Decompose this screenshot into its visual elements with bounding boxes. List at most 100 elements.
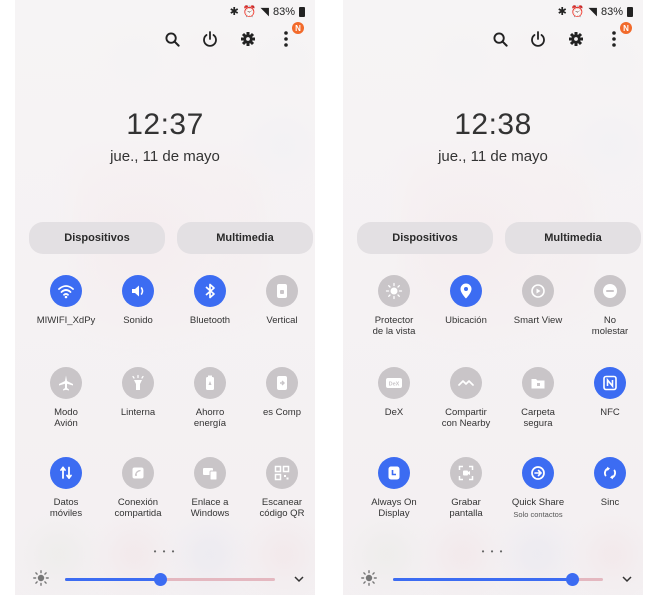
brightness-sun-icon [33,570,49,591]
quick-tile-label: Ubicación [445,315,487,326]
settings-gear-icon[interactable] [565,28,587,50]
battery-percentage: 83% [272,5,295,18]
chevron-down-icon[interactable] [293,572,305,590]
more-options-icon[interactable]: N [603,22,632,50]
link-windows-icon [194,457,226,489]
quick-tile-nfc[interactable]: NFC [573,367,643,418]
status-bar: ✱ ⏰ ◥ 83% [558,5,633,18]
media-button[interactable]: Multimedia [177,222,313,254]
quick-tile-label: Compartir con Nearby [441,407,491,429]
quick-panel-right: ✱ ⏰ ◥ 83% N 12:38 jue., 11 de mayo Dispo… [343,0,643,595]
alarm-icon: ⏰ [242,6,257,18]
quick-tile-label: Escanear código QR [259,497,305,519]
alarm-icon: ⏰ [570,6,585,18]
brightness-thumb[interactable] [565,573,579,586]
always-on-display-icon [378,457,410,489]
brightness-fill [393,578,572,581]
quick-tile-qr-code[interactable]: Escanear código QR [245,457,315,519]
quick-tile-label: Grabar pantalla [449,497,483,519]
quick-tile-mobile-data[interactable]: Datos móviles [29,457,103,519]
airplane-icon [50,367,82,399]
exit-icon [266,367,298,399]
quick-tile-sound[interactable]: Sonido [101,275,175,326]
sync-icon [594,457,626,489]
devices-button[interactable]: Dispositivos [29,222,165,254]
quick-tile-portrait-lock[interactable]: Vertical [245,275,315,326]
media-button[interactable]: Multimedia [505,222,641,254]
bluetooth-status-icon: ✱ [229,6,239,18]
power-icon[interactable] [199,28,221,50]
quick-tile-always-on-display[interactable]: Always On Display [357,457,431,519]
devices-button[interactable]: Dispositivos [357,222,493,254]
quick-tile-label: Quick Share [511,497,565,508]
quick-tile-label: Datos móviles [49,497,83,519]
flashlight-icon [122,367,154,399]
mobile-data-icon [50,457,82,489]
status-bar: ✱ ⏰ ◥ 83% [230,5,305,18]
quick-tile-secure-folder[interactable]: Carpeta segura [501,367,575,429]
quick-tile-label: es Comp [262,407,301,418]
brightness-fill [65,578,160,581]
quick-tile-link-windows[interactable]: Enlace a Windows [173,457,247,519]
brightness-control [357,568,637,590]
quick-tile-do-not-disturb[interactable]: No molestar [573,275,643,337]
quick-tile-power-saving[interactable]: Ahorro energía [173,367,247,429]
page-indicator: • • • [153,547,177,556]
location-icon [450,275,482,307]
quick-tile-exit[interactable]: es Comp [245,367,315,418]
hotspot-icon [122,457,154,489]
quick-tile-label: Linterna [120,407,156,418]
brightness-thumb[interactable] [153,573,167,586]
brightness-slider[interactable] [393,573,603,586]
settings-gear-icon[interactable] [237,28,259,50]
search-icon[interactable] [161,28,183,50]
portrait-lock-icon [266,275,298,307]
bluetooth-icon [194,275,226,307]
quick-share-icon [522,457,554,489]
chevron-down-icon[interactable] [621,572,633,590]
more-options-icon[interactable]: N [275,22,304,50]
quick-tile-flashlight[interactable]: Linterna [101,367,175,418]
power-icon[interactable] [527,28,549,50]
sound-icon [122,275,154,307]
quick-tile-sync[interactable]: Sinc [573,457,643,508]
quick-tile-eye-comfort[interactable]: Protector de la vista [357,275,431,337]
do-not-disturb-icon [594,275,626,307]
qr-code-icon [266,457,298,489]
date: jue., 11 de mayo [110,148,220,165]
battery-percentage: 83% [600,5,623,18]
quick-tile-nearby-share[interactable]: Compartir con Nearby [429,367,503,429]
screen-record-icon [450,457,482,489]
page-indicator: • • • [481,547,505,556]
quick-tile-label: Enlace a Windows [190,497,230,519]
quick-tile-label: No molestar [591,315,629,337]
quick-tile-label: Protector de la vista [372,315,416,337]
bluetooth-status-icon: ✱ [557,6,567,18]
wifi-signal-icon: ◥ [260,6,269,18]
quick-tile-hotspot[interactable]: Conexión compartida [101,457,175,519]
power-saving-icon [194,367,226,399]
quick-tile-label: Ahorro energía [193,407,227,429]
quick-tile-location[interactable]: Ubicación [429,275,503,326]
brightness-slider[interactable] [65,573,275,586]
brightness-control [29,568,309,590]
dex-icon: DeX [378,367,410,399]
quick-tile-sublabel: Solo contactos [513,510,563,519]
quick-tile-bluetooth[interactable]: Bluetooth [173,275,247,326]
quick-tile-label: Sinc [600,497,620,508]
quick-tile-label: Vertical [266,315,298,326]
quick-tile-airplane[interactable]: Modo Avión [29,367,103,429]
notification-badge: N [620,22,632,34]
quick-tile-wifi[interactable]: MIWIFI_XdPy [29,275,103,326]
quick-tile-screen-record[interactable]: Grabar pantalla [429,457,503,519]
quick-tile-label: Smart View [513,315,563,326]
secure-folder-icon [522,367,554,399]
quick-tile-label: MIWIFI_XdPy [36,315,96,326]
quick-tile-dex[interactable]: DeX DeX [357,367,431,418]
quick-tile-smart-view[interactable]: Smart View [501,275,575,326]
quick-tile-quick-share[interactable]: Quick Share Solo contactos [501,457,575,519]
search-icon[interactable] [489,28,511,50]
eye-comfort-icon [378,275,410,307]
quick-tile-label: Carpeta segura [521,407,555,429]
quick-tile-label: DeX [384,407,404,418]
